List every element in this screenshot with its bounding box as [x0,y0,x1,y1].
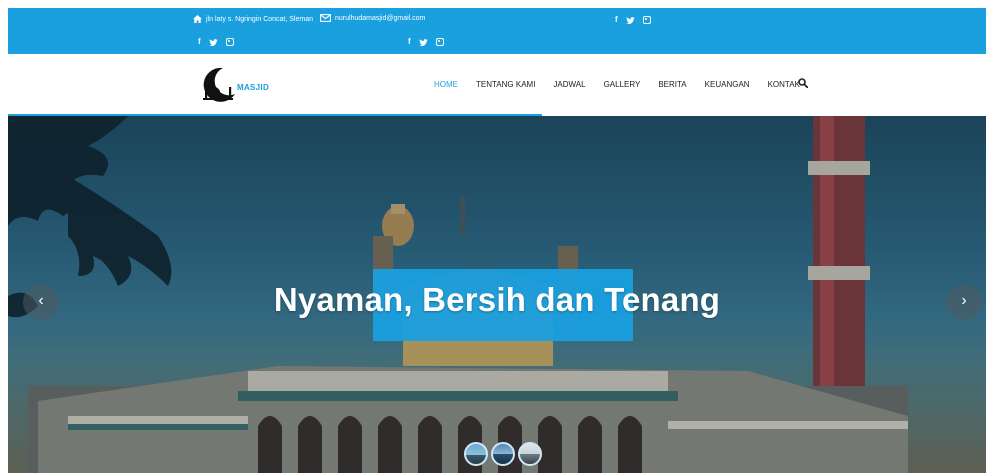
social-links-1: f [198,38,234,46]
facebook-icon[interactable]: f [408,38,411,46]
site-logo[interactable]: MASJID [199,66,269,102]
hero-slider: Nyaman, Bersih dan Tenang ‹ › [8,116,986,473]
nav-tentang-kami[interactable]: TENTANG KAMI [476,80,535,89]
email-item[interactable]: nurulhudamasjid@gmail.com [320,14,425,22]
top-info-bar: jln laty s. Ngringin Concat, Sleman nuru… [8,8,986,54]
slide-thumbnail-3[interactable] [518,442,542,466]
page-frame: jln laty s. Ngringin Concat, Sleman nuru… [8,8,986,473]
social-links-2: f [408,38,444,46]
slider-thumbnails [464,442,542,466]
slider-prev-button[interactable]: ‹ [23,284,59,320]
facebook-icon[interactable]: f [198,38,201,46]
twitter-icon[interactable] [625,16,635,24]
address-item: jln laty s. Ngringin Concat, Sleman [193,15,313,23]
envelope-icon [320,14,331,22]
instagram-icon[interactable] [642,16,651,24]
home-icon [193,15,202,23]
main-menu: HOME TENTANG KAMI JADWAL GALLERY BERITA … [434,80,818,89]
search-icon[interactable] [798,78,808,88]
address-text: jln laty s. Ngringin Concat, Sleman [206,15,313,23]
nav-kontak[interactable]: KONTAK [768,80,800,89]
nav-berita[interactable]: BERITA [658,80,686,89]
hero-title: Nyaman, Bersih dan Tenang [273,281,721,318]
instagram-icon[interactable] [225,38,234,46]
slider-next-button[interactable]: › [946,284,982,320]
email-text[interactable]: nurulhudamasjid@gmail.com [335,15,425,22]
instagram-icon[interactable] [435,38,444,46]
twitter-icon[interactable] [418,38,428,46]
nav-keuangan[interactable]: KEUANGAN [705,80,750,89]
chevron-right-icon: › [961,292,967,309]
nav-gallery[interactable]: GALLERY [604,80,641,89]
logo-text: MASJID [237,82,270,92]
mosque-logo-icon [203,67,235,102]
chevron-left-icon: ‹ [38,292,44,309]
nav-home[interactable]: HOME [434,80,458,89]
facebook-icon[interactable]: f [615,16,618,24]
slide-thumbnail-1[interactable] [464,442,488,466]
nav-jadwal[interactable]: JADWAL [553,80,585,89]
main-navbar: MASJID HOME TENTANG KAMI JADWAL GALLERY … [8,54,986,116]
twitter-icon[interactable] [208,38,218,46]
social-links-3: f [615,16,651,24]
slide-thumbnail-2[interactable] [491,442,515,466]
